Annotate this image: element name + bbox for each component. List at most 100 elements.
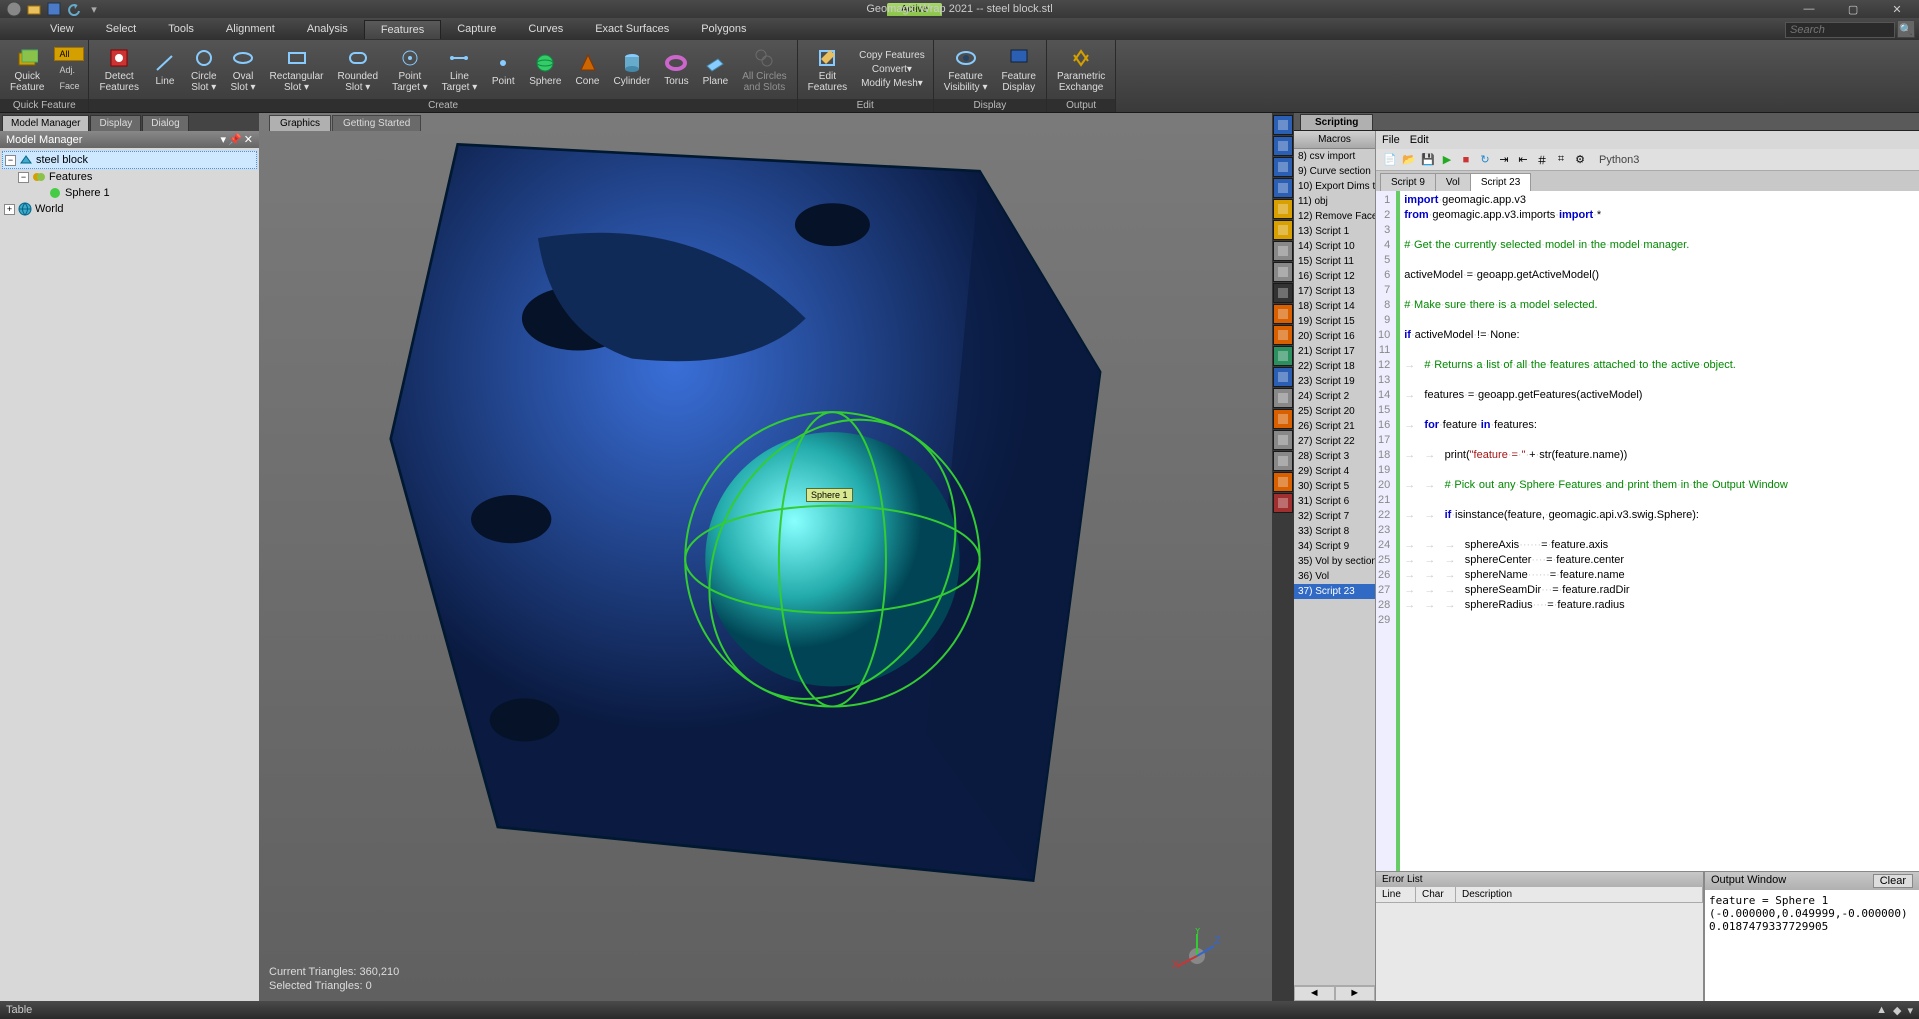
undo-icon[interactable] bbox=[66, 1, 82, 17]
oval-button[interactable]: Oval Slot ▾ bbox=[225, 45, 262, 95]
viewport-tool-6[interactable] bbox=[1273, 241, 1293, 261]
macro-item[interactable]: 34) Script 9 bbox=[1294, 539, 1375, 554]
error-list-body[interactable] bbox=[1376, 903, 1703, 1001]
macro-item[interactable]: 13) Script 1 bbox=[1294, 224, 1375, 239]
panel-tab-dialog[interactable]: Dialog bbox=[142, 115, 188, 131]
minimize-button[interactable]: — bbox=[1787, 0, 1831, 18]
point-button[interactable]: Point Target ▾ bbox=[386, 45, 434, 95]
status-icon[interactable]: ▲ bbox=[1876, 1004, 1887, 1017]
status-icon[interactable]: ◆ bbox=[1893, 1004, 1901, 1017]
tree-node-steel-block[interactable]: − steel block bbox=[2, 151, 257, 169]
viewport-tool-8[interactable] bbox=[1273, 283, 1293, 303]
macro-item[interactable]: 17) Script 13 bbox=[1294, 284, 1375, 299]
refresh-icon[interactable]: ↻ bbox=[1477, 152, 1493, 168]
error-col-char[interactable]: Char bbox=[1416, 887, 1456, 902]
save-icon[interactable] bbox=[46, 1, 62, 17]
viewport-tool-12[interactable] bbox=[1273, 367, 1293, 387]
quick-feature-button[interactable]: Quick Feature bbox=[4, 45, 50, 95]
menu-item-curves[interactable]: Curves bbox=[512, 20, 579, 38]
qf-toggle-face[interactable]: Face bbox=[54, 79, 84, 93]
macro-item[interactable]: 25) Script 20 bbox=[1294, 404, 1375, 419]
status-icon[interactable]: ▾ bbox=[1907, 1004, 1913, 1017]
macro-item[interactable]: 11) obj bbox=[1294, 194, 1375, 209]
viewport-tool-0[interactable] bbox=[1273, 115, 1293, 135]
close-button[interactable]: ✕ bbox=[1875, 0, 1919, 18]
viewport-tool-9[interactable] bbox=[1273, 304, 1293, 324]
viewport-tool-11[interactable] bbox=[1273, 346, 1293, 366]
modify-mesh-button[interactable]: Modify Mesh▾ bbox=[855, 77, 929, 90]
tree-node-world[interactable]: + World bbox=[2, 201, 257, 217]
macro-item[interactable]: 22) Script 18 bbox=[1294, 359, 1375, 374]
viewport-tool-10[interactable] bbox=[1273, 325, 1293, 345]
macro-item[interactable]: 23) Script 19 bbox=[1294, 374, 1375, 389]
viewport-tool-4[interactable] bbox=[1273, 199, 1293, 219]
code-area[interactable]: 1234567891011121314151617181920212223242… bbox=[1376, 191, 1919, 871]
menu-item-exact-surfaces[interactable]: Exact Surfaces bbox=[579, 20, 685, 38]
macro-item[interactable]: 20) Script 16 bbox=[1294, 329, 1375, 344]
run-icon[interactable]: ▶ bbox=[1439, 152, 1455, 168]
macros-list[interactable]: 8) csv import9) Curve section10) Export … bbox=[1294, 149, 1375, 985]
rectangular-button[interactable]: Rectangular Slot ▾ bbox=[264, 45, 330, 95]
pushpin-icon[interactable]: 📌 bbox=[228, 133, 242, 146]
macro-item[interactable]: 14) Script 10 bbox=[1294, 239, 1375, 254]
error-col-description[interactable]: Description bbox=[1456, 887, 1703, 902]
editor-tab[interactable]: Script 23 bbox=[1470, 173, 1531, 191]
editor-menu-file[interactable]: File bbox=[1382, 134, 1400, 146]
macro-item[interactable]: 33) Script 8 bbox=[1294, 524, 1375, 539]
error-col-line[interactable]: Line bbox=[1376, 887, 1416, 902]
edit-features-button[interactable]: Edit Features bbox=[802, 45, 853, 95]
maximize-button[interactable]: ▢ bbox=[1831, 0, 1875, 18]
macro-item[interactable]: 10) Export Dims to bbox=[1294, 179, 1375, 194]
scripting-tab[interactable]: Scripting bbox=[1300, 114, 1373, 130]
viewport-tab-graphics[interactable]: Graphics bbox=[269, 115, 331, 131]
menu-item-polygons[interactable]: Polygons bbox=[685, 20, 762, 38]
viewport-tool-5[interactable] bbox=[1273, 220, 1293, 240]
settings-icon[interactable]: ⚙ bbox=[1572, 152, 1588, 168]
viewport-tab-getting-started[interactable]: Getting Started bbox=[332, 115, 421, 131]
sphere-button[interactable]: Sphere bbox=[523, 50, 567, 89]
comment-icon[interactable]: ＃ bbox=[1534, 152, 1550, 168]
macro-item[interactable]: 37) Script 23 bbox=[1294, 584, 1375, 599]
panel-tab-model-manager[interactable]: Model Manager bbox=[2, 115, 89, 131]
tree-node-features[interactable]: − Features bbox=[2, 169, 257, 185]
viewport-tool-15[interactable] bbox=[1273, 430, 1293, 450]
expand-icon[interactable]: + bbox=[4, 204, 15, 215]
new-icon[interactable]: 📄 bbox=[1382, 152, 1398, 168]
viewport-tool-3[interactable] bbox=[1273, 178, 1293, 198]
macro-item[interactable]: 30) Script 5 bbox=[1294, 479, 1375, 494]
copy-features-button[interactable]: Copy Features bbox=[855, 49, 929, 62]
viewport-tool-13[interactable] bbox=[1273, 388, 1293, 408]
line-button[interactable]: Line Target ▾ bbox=[436, 45, 484, 95]
outdent-icon[interactable]: ⇤ bbox=[1515, 152, 1531, 168]
editor-tab[interactable]: Script 9 bbox=[1380, 173, 1436, 191]
editor-tab[interactable]: Vol bbox=[1435, 173, 1471, 191]
menu-item-capture[interactable]: Capture bbox=[441, 20, 512, 38]
macro-item[interactable]: 18) Script 14 bbox=[1294, 299, 1375, 314]
viewport-tool-14[interactable] bbox=[1273, 409, 1293, 429]
open-icon[interactable] bbox=[26, 1, 42, 17]
viewport-canvas[interactable]: Sphere 1 Current Triangles: 360,210 Sele… bbox=[259, 131, 1272, 1001]
output-text[interactable]: feature = Sphere 1 (-0.000000,0.049999,-… bbox=[1705, 890, 1919, 1001]
feature-display-button[interactable]: Feature Display bbox=[995, 45, 1041, 95]
save-icon[interactable]: 💾 bbox=[1420, 152, 1436, 168]
cylinder-button[interactable]: Cylinder bbox=[608, 50, 657, 89]
viewport-tool-1[interactable] bbox=[1273, 136, 1293, 156]
scroll-right-icon[interactable]: ► bbox=[1335, 986, 1376, 1001]
macro-item[interactable]: 24) Script 2 bbox=[1294, 389, 1375, 404]
indent-icon[interactable]: ⇥ bbox=[1496, 152, 1512, 168]
open-icon[interactable]: 📂 bbox=[1401, 152, 1417, 168]
menu-item-features[interactable]: Features bbox=[364, 20, 441, 39]
menu-item-analysis[interactable]: Analysis bbox=[291, 20, 364, 38]
viewport-tool-18[interactable] bbox=[1273, 493, 1293, 513]
torus-button[interactable]: Torus bbox=[658, 50, 694, 89]
viewport-tool-17[interactable] bbox=[1273, 472, 1293, 492]
macro-item[interactable]: 8) csv import bbox=[1294, 149, 1375, 164]
macro-item[interactable]: 29) Script 4 bbox=[1294, 464, 1375, 479]
macro-item[interactable]: 28) Script 3 bbox=[1294, 449, 1375, 464]
circle-button[interactable]: Circle Slot ▾ bbox=[185, 45, 223, 95]
macro-item[interactable]: 19) Script 15 bbox=[1294, 314, 1375, 329]
pin-icon[interactable]: ▾ bbox=[221, 133, 227, 146]
search-icon[interactable]: 🔍 bbox=[1897, 20, 1915, 38]
feature-visibility-button[interactable]: Feature Visibility ▾ bbox=[938, 45, 994, 95]
viewport-tool-16[interactable] bbox=[1273, 451, 1293, 471]
